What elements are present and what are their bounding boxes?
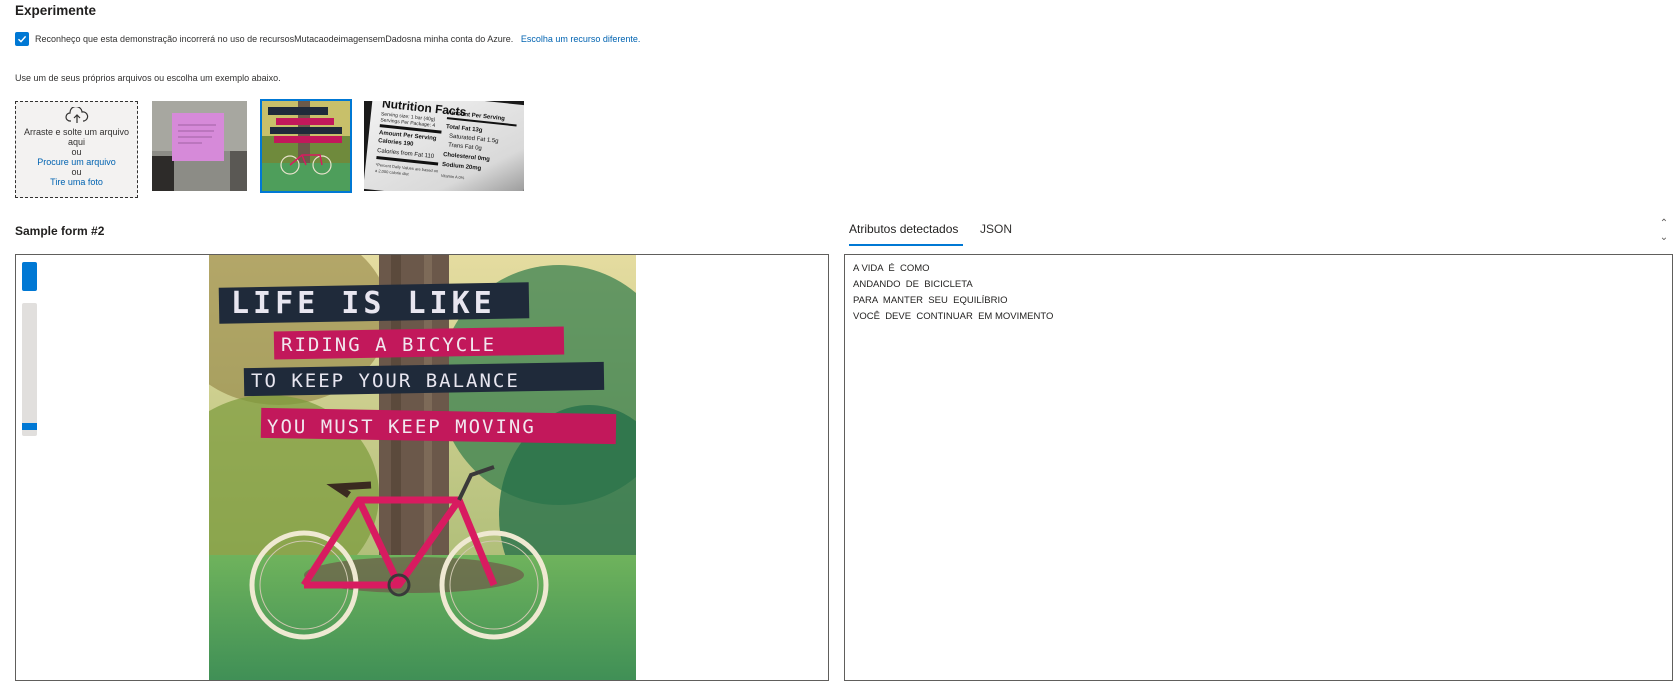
image-text-line-2: RIDING A BICYCLE bbox=[281, 334, 496, 356]
image-text-line-3: TO KEEP YOUR BALANCE bbox=[251, 370, 520, 392]
active-tab-indicator bbox=[849, 244, 963, 246]
tab-detected-attributes[interactable]: Atributos detectados bbox=[849, 222, 958, 236]
sticky-note-image bbox=[152, 101, 247, 191]
file-dropzone[interactable]: Arraste e solte um arquivo aqui ou Procu… bbox=[15, 101, 138, 198]
consent-text: Reconheço que esta demonstração incorrer… bbox=[35, 34, 514, 44]
image-text-line-4: YOU MUST KEEP MOVING bbox=[267, 416, 536, 438]
result-line: ANDANDO DE BICICLETA bbox=[853, 279, 973, 290]
zoom-slider-thumb[interactable] bbox=[22, 423, 37, 430]
bicycle-thumbnail-image bbox=[262, 101, 350, 191]
checkmark-icon bbox=[18, 35, 27, 43]
tab-json[interactable]: JSON bbox=[980, 222, 1012, 236]
drop-text-2: aqui bbox=[67, 137, 85, 147]
upload-instruction: Use um de seus próprios arquivos ou esco… bbox=[15, 73, 281, 83]
take-photo-link[interactable]: Tire uma foto bbox=[16, 177, 137, 187]
page-title: Experimente bbox=[15, 3, 97, 18]
sample-thumbnail-3[interactable]: Nutrition Facts Serving size: 1 bar (40g… bbox=[364, 101, 524, 191]
cloud-upload-icon bbox=[64, 105, 88, 123]
result-line: PARA MANTER SEU EQUILÍBRIO bbox=[853, 295, 1008, 306]
consent-checkbox[interactable] bbox=[15, 32, 29, 46]
or-text-1: ou bbox=[71, 147, 82, 157]
zoom-slider-track[interactable] bbox=[22, 303, 37, 436]
sample-image: LIFE IS LIKE RIDING A BICYCLE TO KEEP YO… bbox=[209, 255, 636, 680]
drop-text-1: Arraste e solte um arquivo bbox=[23, 127, 130, 137]
sample-thumbnail-2[interactable] bbox=[260, 99, 352, 193]
browse-file-link[interactable]: Procure um arquivo bbox=[16, 157, 137, 167]
scroll-up-icon[interactable]: ⌃ bbox=[1658, 217, 1670, 229]
scroll-down-icon[interactable]: ⌄ bbox=[1658, 231, 1670, 243]
result-line: VOCÊ DEVE CONTINUAR EM MOVIMENTO bbox=[853, 311, 1054, 322]
detected-attributes-panel: A VIDA É COMO ANDANDO DE BICICLETA PARA … bbox=[844, 254, 1673, 681]
image-text-line-1: LIFE IS LIKE bbox=[231, 286, 496, 321]
image-viewer[interactable]: LIFE IS LIKE RIDING A BICYCLE TO KEEP YO… bbox=[15, 254, 829, 681]
consent-row: Reconheço que esta demonstração incorrer… bbox=[35, 34, 640, 44]
or-text-2: ou bbox=[71, 167, 82, 177]
zoom-handle[interactable] bbox=[22, 262, 37, 291]
result-line: A VIDA É COMO bbox=[853, 263, 930, 274]
sample-form-title: Sample form #2 bbox=[15, 224, 105, 238]
choose-resource-link[interactable]: Escolha um recurso diferente. bbox=[521, 34, 641, 44]
nutrition-facts-image: Nutrition Facts Serving size: 1 bar (40g… bbox=[364, 101, 524, 191]
sample-thumbnail-1[interactable] bbox=[152, 101, 247, 191]
